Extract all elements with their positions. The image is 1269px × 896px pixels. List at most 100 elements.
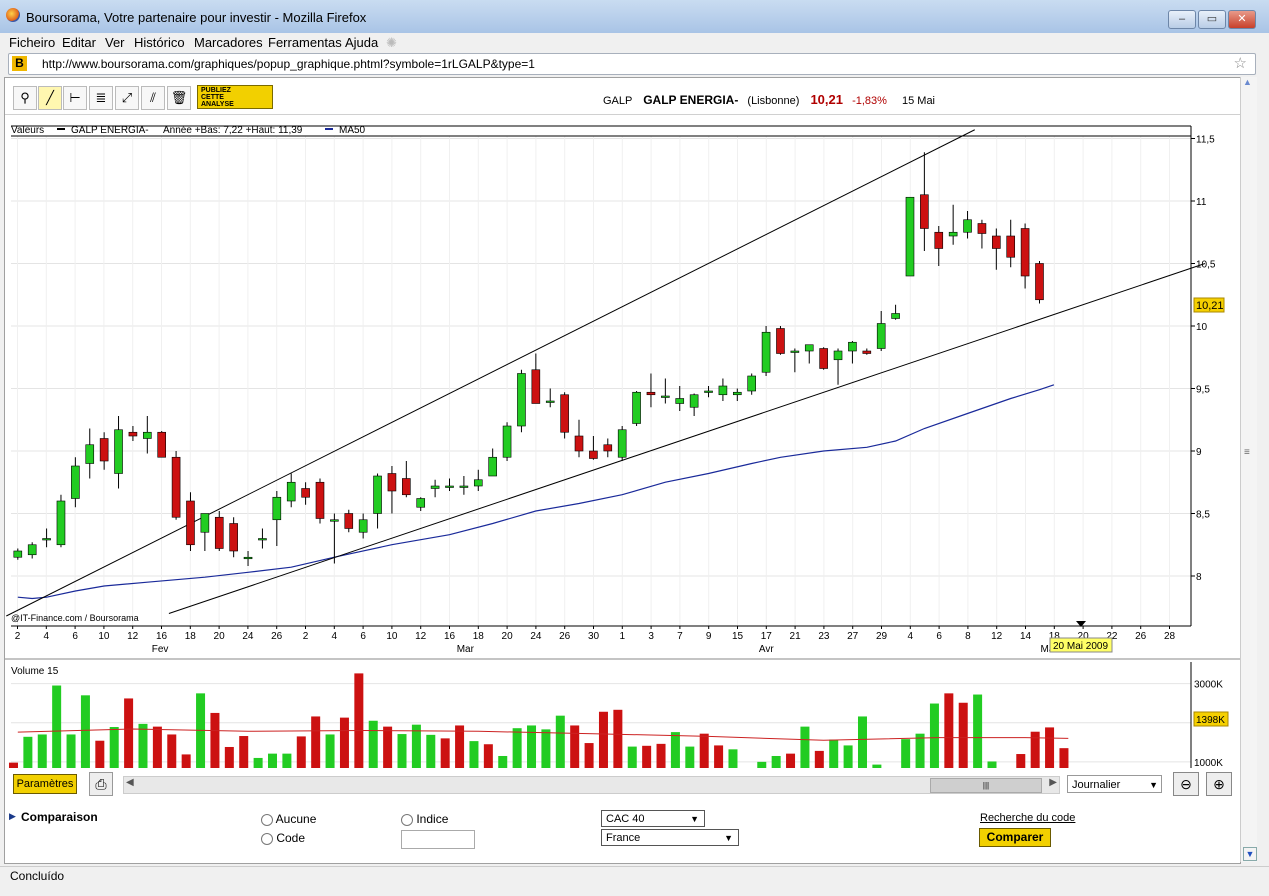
candle-body xyxy=(992,235,1001,249)
volume-bar xyxy=(527,725,537,768)
parametres-button[interactable]: Paramètres xyxy=(13,774,77,794)
quote-change: -1,83% xyxy=(852,95,887,107)
candle-body xyxy=(488,456,497,477)
radio-aucune-label: Aucune xyxy=(275,812,317,826)
candle-body xyxy=(560,394,569,433)
zoom-out-icon[interactable]: ⊖ xyxy=(1173,772,1199,796)
chart-scrollbar[interactable]: ◀ ||| ▶ xyxy=(123,776,1060,794)
menu-marcadores[interactable]: Marcadores xyxy=(194,35,263,50)
menu-editar[interactable]: Editar xyxy=(62,35,96,50)
trash-icon[interactable]: 🗑 xyxy=(167,86,191,110)
volume-bar xyxy=(138,723,148,768)
price-tick-label: 11 xyxy=(1196,197,1207,208)
radio-code-circle[interactable] xyxy=(261,832,273,845)
recherche-code-link[interactable]: Recherche du code xyxy=(980,812,1075,824)
channel-tool-icon[interactable]: ⤢ xyxy=(115,86,139,110)
maximize-button[interactable]: ▭ xyxy=(1198,10,1226,29)
candle-body xyxy=(833,350,843,361)
menu-ferramentas[interactable]: Ferramentas xyxy=(268,35,342,50)
volume-bar xyxy=(728,749,738,768)
trendline xyxy=(168,263,1206,614)
scroll-down-icon[interactable]: ▼ xyxy=(1243,847,1257,861)
candle-body xyxy=(186,500,195,546)
menu-ajuda[interactable]: Ajuda xyxy=(345,35,378,50)
candle-body xyxy=(402,478,411,496)
minimize-button[interactable]: – xyxy=(1168,10,1196,29)
bookmark-star-icon[interactable]: ☆ xyxy=(1234,54,1247,72)
date-tick-label: 9 xyxy=(706,631,712,642)
candle-body xyxy=(258,538,267,541)
close-button[interactable]: ✕ xyxy=(1228,10,1256,29)
candle-body xyxy=(13,550,23,558)
volume-bar xyxy=(483,744,493,768)
date-tick-label: 12 xyxy=(127,631,139,642)
volume-tick-label: 3000K xyxy=(1194,680,1223,691)
menu-ficheiro[interactable]: Ficheiro xyxy=(9,35,55,50)
radio-code[interactable]: Code xyxy=(261,831,305,845)
candle-body xyxy=(387,473,397,492)
volume-bar xyxy=(613,709,623,768)
chart-legend: Valeurs GALP ENERGIA- Année +Bas: 7,22 +… xyxy=(11,125,366,136)
chart-controls: Paramètres ⎙ ◀ ||| ▶ Journalier ▼ ⊖ ⊕ xyxy=(5,770,1240,798)
volume-bar xyxy=(872,764,882,768)
candle-body xyxy=(214,516,224,549)
volume-bar xyxy=(929,703,939,768)
price-tick-label: 9,5 xyxy=(1196,385,1210,396)
radio-aucune-circle[interactable] xyxy=(261,813,273,826)
legend-range: Année +Bas: 7,22 +Haut: 11,39 xyxy=(163,125,303,136)
radio-indice-circle[interactable] xyxy=(401,813,413,826)
menu-ver[interactable]: Ver xyxy=(105,35,125,50)
date-tick-label: 4 xyxy=(44,631,50,642)
radio-indice[interactable]: Indice xyxy=(401,812,448,826)
last-volume-label: 1398K xyxy=(1196,715,1225,726)
line-tool-icon[interactable]: ╱ xyxy=(38,86,62,110)
candle-body xyxy=(905,196,915,277)
zoom-in-icon[interactable]: ⊕ xyxy=(1206,772,1232,796)
date-tick-label: 4 xyxy=(908,631,914,642)
code-input[interactable] xyxy=(401,830,475,849)
index-select[interactable]: CAC 40 ▼ xyxy=(601,810,705,827)
volume-bar xyxy=(339,717,349,768)
page-scrollbar[interactable]: ▲ ≡ ▼ xyxy=(1240,77,1257,862)
volume-bar xyxy=(498,755,508,768)
scroll-left-icon[interactable]: ◀ xyxy=(126,777,134,788)
price-tick-label: 10 xyxy=(1196,322,1208,333)
scroll-right-icon[interactable]: ▶ xyxy=(1049,777,1057,788)
country-select[interactable]: France ▼ xyxy=(601,829,739,846)
candle-body xyxy=(430,485,440,489)
quote-date: 15 Mai xyxy=(901,95,936,107)
date-tick-label: 26 xyxy=(559,631,571,642)
volume-bar xyxy=(1045,727,1055,768)
url-bar: B http://www.boursorama.com/graphiques/p… xyxy=(0,53,1269,75)
candle-body xyxy=(85,444,95,464)
candle-body xyxy=(502,425,512,458)
menu-historico[interactable]: Histórico xyxy=(134,35,185,50)
period-select[interactable]: Journalier ▼ xyxy=(1067,775,1162,793)
date-tick-label: 18 xyxy=(185,631,197,642)
print-icon[interactable]: ⎙ xyxy=(89,772,113,796)
volume-bar xyxy=(699,733,709,768)
scroll-thumb[interactable]: ||| xyxy=(930,778,1042,793)
zoom-tool-icon[interactable]: ⚲ xyxy=(13,86,37,110)
scroll-up-icon[interactable]: ▲ xyxy=(1243,77,1252,87)
price-axis: 8 8,5 9 9,5 10 10,5 11 11,5 xyxy=(1190,126,1216,626)
expand-triangle-icon[interactable]: ▶ xyxy=(9,811,16,822)
fibonacci-tool-icon[interactable]: ≣ xyxy=(89,86,113,110)
volume-bar xyxy=(973,694,983,768)
scroll-grip-icon[interactable]: ≡ xyxy=(1244,447,1250,458)
publish-analysis-button[interactable]: PUBLIEZ CETTE ANALYSE xyxy=(197,85,273,109)
volume-bar xyxy=(800,726,810,768)
volume-bar xyxy=(598,711,608,768)
parallel-lines-icon[interactable]: ⫽ xyxy=(141,86,165,110)
volume-bar xyxy=(8,762,18,768)
horizontal-line-icon[interactable]: ⊢ xyxy=(63,86,87,110)
candle-body xyxy=(128,431,138,437)
comparer-button[interactable]: Comparer xyxy=(979,828,1051,847)
candle-body xyxy=(689,394,699,408)
volume-bar xyxy=(181,754,191,768)
candle-body xyxy=(459,485,469,488)
price-chart[interactable]: Valeurs GALP ENERGIA- Année +Bas: 7,22 +… xyxy=(5,118,1240,768)
volume-bar xyxy=(642,745,652,768)
url-field[interactable]: B http://www.boursorama.com/graphiques/p… xyxy=(8,53,1256,75)
radio-aucune[interactable]: Aucune xyxy=(261,812,316,826)
